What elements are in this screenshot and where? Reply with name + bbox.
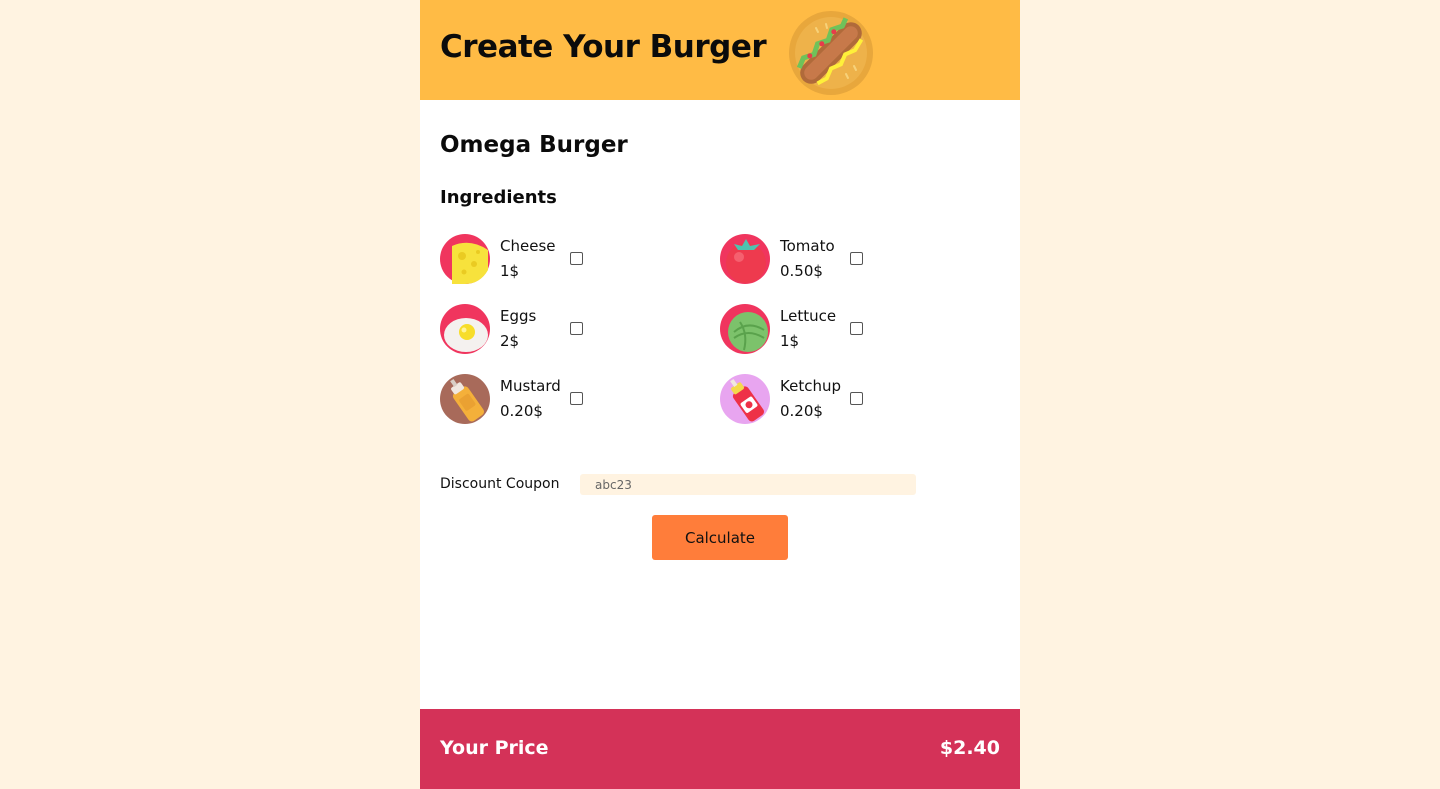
ingredient-price: 0.20$ — [780, 402, 823, 420]
lettuce-checkbox[interactable] — [850, 322, 863, 335]
ingredient-mustard: Mustard 0.20$ — [440, 374, 640, 426]
burger-app: Create Your Burger Omega Burger Ingredie… — [420, 0, 1020, 789]
ingredient-ketchup: Ketchup 0.20$ — [720, 374, 920, 426]
ingredient-tomato: Tomato 0.50$ — [720, 234, 920, 286]
ketchup-checkbox[interactable] — [850, 392, 863, 405]
coupon-input[interactable] — [580, 474, 916, 495]
page-title: Create Your Burger — [440, 29, 767, 65]
price-label: Your Price — [440, 737, 549, 759]
mustard-checkbox[interactable] — [570, 392, 583, 405]
mustard-icon — [440, 374, 490, 424]
ingredient-price: 1$ — [500, 262, 520, 280]
ingredient-name: Eggs — [500, 307, 537, 325]
price-value: $2.40 — [939, 737, 1000, 759]
ingredient-name: Lettuce — [780, 307, 837, 325]
ingredients-heading: Ingredients — [440, 187, 557, 208]
hotdog-icon — [789, 11, 873, 95]
ingredient-name: Cheese — [500, 237, 556, 255]
cheese-icon — [440, 234, 490, 284]
ingredient-cheese: Cheese 1$ — [440, 234, 640, 286]
ingredient-lettuce: Lettuce 1$ — [720, 304, 920, 356]
header: Create Your Burger — [420, 0, 1020, 100]
coupon-label: Discount Coupon — [440, 476, 560, 492]
tomato-icon — [720, 234, 770, 284]
ketchup-icon — [720, 374, 770, 424]
lettuce-icon — [720, 304, 770, 354]
ingredient-price: 0.50$ — [780, 262, 823, 280]
eggs-checkbox[interactable] — [570, 322, 583, 335]
price-footer: Your Price $2.40 — [420, 709, 1020, 789]
ingredient-name: Mustard — [500, 377, 561, 395]
ingredient-name: Tomato — [780, 237, 835, 255]
ingredient-name: Ketchup — [780, 377, 841, 395]
ingredient-price: 2$ — [500, 332, 520, 350]
ingredient-price: 0.20$ — [500, 402, 543, 420]
ingredient-eggs: Eggs 2$ — [440, 304, 640, 356]
egg-icon — [440, 304, 490, 354]
tomato-checkbox[interactable] — [850, 252, 863, 265]
cheese-checkbox[interactable] — [570, 252, 583, 265]
ingredient-price: 1$ — [780, 332, 800, 350]
calculate-button[interactable]: Calculate — [652, 515, 788, 560]
burger-name: Omega Burger — [440, 132, 628, 158]
